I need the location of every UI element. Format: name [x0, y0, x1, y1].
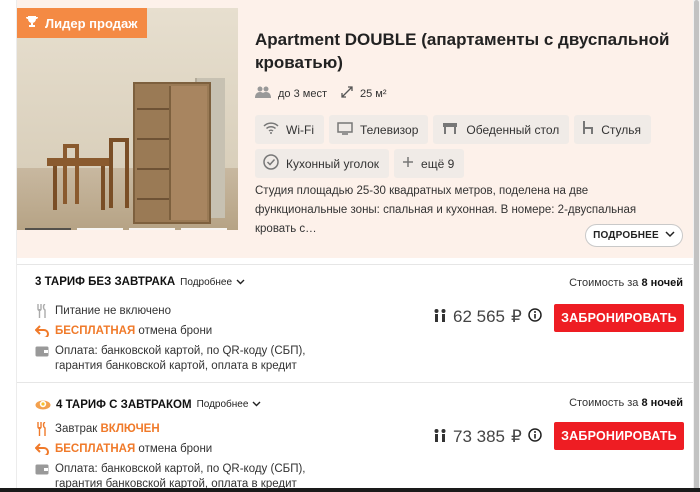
bottom-edge-bar: [0, 488, 700, 492]
more-details-button[interactable]: ПОДРОБНЕЕ: [585, 224, 683, 247]
meal-info: Завтрак ВКЛЮЧЕН: [35, 422, 160, 437]
divider: [17, 382, 695, 383]
amenity-wifi: Wi-Fi: [255, 115, 324, 144]
undo-arrow-icon: [35, 324, 49, 338]
guests-count: до 3 мест: [278, 87, 327, 100]
payment-info: Оплата: банковской картой, по QR-коду (С…: [35, 344, 335, 374]
chevron-down-icon: [665, 230, 675, 241]
carousel-dot[interactable]: [181, 228, 227, 230]
tariff-header: 3 ТАРИФ БЕЗ ЗАВТРАКА Подробнее: [35, 276, 245, 288]
tariff-header: 4 ТАРИФ С ЗАВТРАКОМ Подробнее: [35, 396, 261, 413]
room-photo[interactable]: [17, 8, 238, 230]
amenity-chairs: Стулья: [574, 115, 652, 144]
room-card: Лидер продаж Apartment DOUBLE (апартамен…: [16, 0, 695, 492]
badge-label: Лидер продаж: [45, 15, 138, 31]
stay-cost-label: Стоимость за 8 ночей: [569, 397, 683, 409]
chair-icon: [582, 121, 594, 138]
book-button[interactable]: ЗАБРОНИРОВАТЬ: [554, 304, 684, 332]
wifi-icon: [263, 122, 279, 137]
carousel-dot[interactable]: [129, 228, 175, 230]
check-circle-icon: [263, 154, 279, 173]
photo-carousel-dots[interactable]: [25, 228, 227, 230]
price-value: 73 385: [453, 427, 505, 446]
tariff-details-toggle[interactable]: Подробнее: [180, 277, 245, 288]
cancellation-info: БЕСПЛАТНАЯ отмена брони: [35, 324, 212, 339]
area-icon: [341, 86, 353, 101]
cutlery-icon: [35, 304, 49, 318]
amenities-list: Wi-Fi Телевизор Обеденный стол Стулья Ку…: [255, 115, 685, 178]
undo-arrow-icon: [35, 442, 49, 456]
tariff-name: 4 ТАРИФ С ЗАВТРАКОМ: [56, 398, 192, 411]
table-icon: [441, 122, 459, 137]
guests-icon: [433, 427, 447, 447]
amenity-more[interactable]: ещё 9: [394, 149, 465, 178]
room-header: Лидер продаж Apartment DOUBLE (апартамен…: [17, 0, 695, 258]
scrollbar-thumb[interactable]: [694, 0, 699, 492]
currency-sign: ₽: [511, 307, 522, 326]
tariff-price: 62 565 ₽: [433, 307, 542, 327]
wallet-icon: [35, 462, 49, 476]
currency-sign: ₽: [511, 427, 522, 446]
tariff-details-toggle[interactable]: Подробнее: [197, 399, 262, 410]
tariff-price: 73 385 ₽: [433, 427, 542, 447]
cutlery-icon: [35, 422, 49, 436]
tariff-row: 3 ТАРИФ БЕЗ ЗАВТРАКА Подробнее Стоимость…: [17, 266, 695, 382]
wallet-icon: [35, 344, 49, 358]
amenity-tv: Телевизор: [328, 115, 429, 144]
amenity-dining-table: Обеденный стол: [433, 115, 570, 144]
info-icon[interactable]: [528, 307, 542, 327]
amenity-kitchenette: Кухонный уголок: [255, 149, 390, 178]
info-icon[interactable]: [528, 427, 542, 447]
tv-icon: [337, 121, 353, 138]
chevron-down-icon: [236, 277, 245, 288]
room-title[interactable]: Apartment DOUBLE (апартаменты с двуспаль…: [255, 28, 675, 74]
cancellation-info: БЕСПЛАТНАЯ отмена брони: [35, 442, 212, 457]
book-button[interactable]: ЗАБРОНИРОВАТЬ: [554, 422, 684, 450]
carousel-dot[interactable]: [77, 228, 123, 230]
sales-leader-badge: Лидер продаж: [17, 8, 148, 38]
trophy-icon: [25, 15, 39, 31]
tariff-name: 3 ТАРИФ БЕЗ ЗАВТРАКА: [35, 276, 176, 288]
breakfast-icon: [35, 396, 51, 413]
price-value: 62 565: [453, 307, 505, 326]
room-meta: до 3 мест 25 м²: [255, 86, 387, 101]
stay-cost-label: Стоимость за 8 ночей: [569, 277, 683, 289]
divider: [17, 264, 695, 265]
guests-icon: [255, 86, 271, 101]
plus-icon: [402, 156, 414, 171]
tariff-row: 4 ТАРИФ С ЗАВТРАКОМ Подробнее Стоимость …: [17, 386, 695, 492]
carousel-dot[interactable]: [25, 228, 71, 230]
meal-info: Питание не включено: [35, 304, 171, 319]
guests-icon: [433, 307, 447, 327]
chevron-down-icon: [252, 399, 261, 410]
room-area: 25 м²: [359, 87, 387, 100]
